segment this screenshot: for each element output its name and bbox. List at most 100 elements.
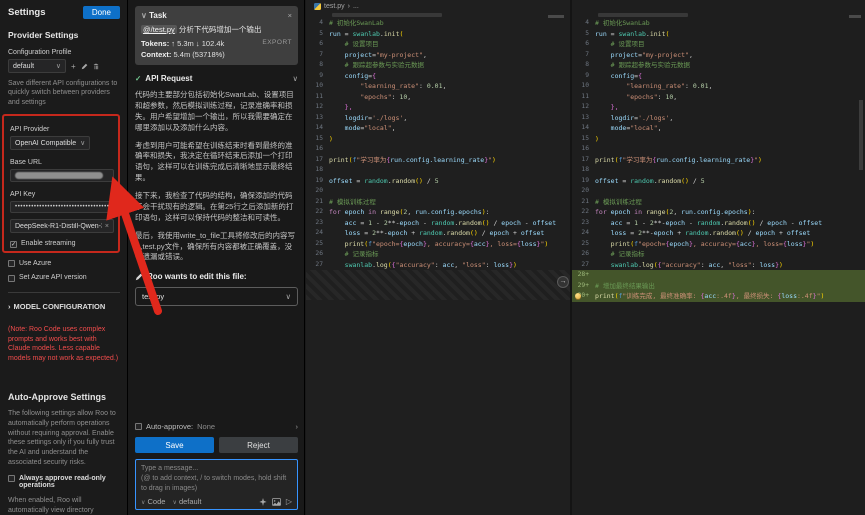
line-number: 9 [306, 71, 329, 82]
code-line: 21# 模拟训练过程 [572, 197, 865, 208]
export-button[interactable]: EXPORT [262, 39, 292, 48]
code-line: 24 loss = 2**-epoch + random.random() / … [572, 228, 865, 239]
chat-empty-space [135, 306, 298, 422]
code-text: "epochs": 10, [329, 92, 411, 103]
code-text: run = swanlab.init( [595, 29, 669, 40]
line-number: 6 [572, 39, 595, 50]
pencil-icon [135, 273, 143, 281]
auto-approve-toggle-row[interactable]: Auto-approve: None › [135, 422, 298, 431]
line-number: 4 [306, 18, 329, 29]
set-azure-version-row[interactable]: Set Azure API version [8, 274, 120, 282]
line-number: 20 [572, 186, 595, 197]
code-line: 20 [306, 186, 570, 197]
line-number: 23 [572, 218, 595, 229]
code-line: 19offset = random.random() / 5 [306, 176, 570, 187]
code-text: config={ [595, 71, 642, 82]
edit-profile-button[interactable] [81, 63, 88, 70]
profile-select[interactable]: default ∨ [8, 59, 66, 73]
line-number: 14 [572, 123, 595, 134]
edit-file-box[interactable]: test.py ∨ [135, 287, 298, 306]
code-text: # 跟踪超参数与实验元数据 [595, 60, 690, 71]
chevron-right-icon[interactable]: › [296, 422, 299, 431]
reject-button[interactable]: Reject [219, 437, 298, 453]
chevron-down-icon: ∨ [286, 292, 292, 301]
line-number: 27 [306, 260, 329, 271]
always-approve-row[interactable]: Always approve read-only operations [8, 475, 120, 489]
close-icon[interactable]: × [105, 223, 109, 230]
base-url-label: Base URL [10, 159, 114, 166]
code-text: # 初始化SwanLab [329, 18, 384, 29]
code-line: 23 acc = 1 - 2**-epoch - random.random()… [306, 218, 570, 229]
checkbox-unchecked[interactable] [8, 275, 15, 282]
send-icon[interactable]: ▷ [286, 497, 292, 506]
code-line: 11 "epochs": 10, [572, 92, 865, 103]
add-profile-button[interactable]: + [71, 62, 76, 71]
api-request-row[interactable]: ✓ API Request ∨ [135, 74, 298, 83]
line-number: 18 [572, 165, 595, 176]
code-text: # 记录指标 [595, 249, 644, 260]
model-selector[interactable]: DeepSeek-R1-Distill-Qwen-32 × [10, 219, 114, 233]
code-text: print(f"学习率为{run.config.learning_rate}") [329, 155, 496, 166]
line-number: 21 [572, 197, 595, 208]
scrollbar-thumb[interactable] [548, 15, 564, 18]
chevron-down-icon: ∨ [56, 62, 61, 70]
code-text: # 模拟训练过程 [595, 197, 642, 208]
mode-select[interactable]: ∨ Code [141, 497, 165, 506]
code-text: config={ [329, 71, 376, 82]
code-line: 9 config={ [306, 71, 570, 82]
image-icon[interactable] [272, 498, 281, 506]
file-mention-badge[interactable]: @/test.py [141, 25, 177, 34]
scrollbar-thumb[interactable] [849, 15, 861, 18]
code-line: 6 # 设置项目 [572, 39, 865, 50]
code-text: }, [595, 102, 618, 113]
code-text: "epochs": 10, [595, 92, 677, 103]
code-line: 14 mode="local", [306, 123, 570, 134]
lightbulb-icon[interactable] [575, 293, 581, 299]
line-number: 8 [306, 60, 329, 71]
model-configuration-toggle[interactable]: › MODEL CONFIGURATION [8, 302, 120, 311]
checkbox-unchecked[interactable] [8, 475, 15, 482]
chevron-down-icon: ∨ [80, 139, 85, 147]
settings-panel: Settings Done Provider Settings Configur… [0, 0, 128, 515]
api-provider-select[interactable]: OpenAI Compatible ∨ [10, 136, 90, 150]
scrollbar-thumb[interactable] [859, 100, 863, 170]
redacted-value [15, 172, 103, 179]
chevron-down-icon: ∨ [293, 74, 299, 83]
message-input[interactable]: Type a message... (@ to add context, / t… [135, 459, 298, 510]
code-text: "learning_rate": 0.01, [595, 81, 712, 92]
code-line: 5run = swanlab.init( [306, 29, 570, 40]
api-key-input[interactable]: ••••••••••••••••••••••••••••••••••• [10, 201, 114, 213]
task-prompt: @/test.py 分析下代码增加一个输出 [141, 24, 292, 35]
close-task-icon[interactable]: × [288, 11, 292, 20]
line-number: 26 [306, 249, 329, 260]
enable-streaming-row[interactable]: ✓ Enable streaming [10, 240, 114, 248]
done-button[interactable]: Done [83, 6, 120, 19]
code-line: 17print(f"学习率为{run.config.learning_rate}… [572, 155, 865, 166]
breadcrumb[interactable]: test.py › ... [306, 0, 570, 13]
auto-approve-settings-heading: Auto-Approve Settings [8, 392, 120, 402]
api-request-paragraphs: 代码的主要部分包括初始化SwanLab、设置项目和超参数，然后模拟训练过程，记录… [135, 83, 298, 263]
api-provider-label: API Provider [10, 126, 114, 133]
checkbox-unchecked[interactable] [8, 260, 15, 267]
api-profile-select[interactable]: ∨ default [172, 497, 201, 506]
line-number: 24 [572, 228, 595, 239]
task-header[interactable]: ∨ Task [141, 11, 167, 20]
checkbox-unchecked[interactable] [135, 423, 142, 430]
base-url-input[interactable] [10, 169, 114, 182]
code-text: print(f"学习率为{run.config.learning_rate}") [595, 155, 762, 166]
line-number: 17 [306, 155, 329, 166]
check-icon: ✓ [135, 74, 141, 83]
delete-profile-button[interactable] [93, 63, 99, 70]
diff-revert-arrow-button[interactable]: → [557, 276, 569, 288]
code-text: # 记录指标 [329, 249, 378, 260]
use-azure-row[interactable]: Use Azure [8, 260, 120, 268]
line-number: 5 [306, 29, 329, 40]
line-number: 22 [572, 207, 595, 218]
model-warning-note: (Note: Roo Code uses complex prompts and… [8, 325, 120, 364]
code-text: # 初始化SwanLab [595, 18, 650, 29]
enhance-prompt-icon[interactable] [259, 498, 267, 506]
save-button[interactable]: Save [135, 437, 214, 453]
checkbox-checked[interactable]: ✓ [10, 241, 17, 248]
tokens-stat: Tokens: ↑ 5.3m ↓ 102.4k [141, 39, 224, 48]
chevron-right-icon: › [8, 302, 11, 311]
